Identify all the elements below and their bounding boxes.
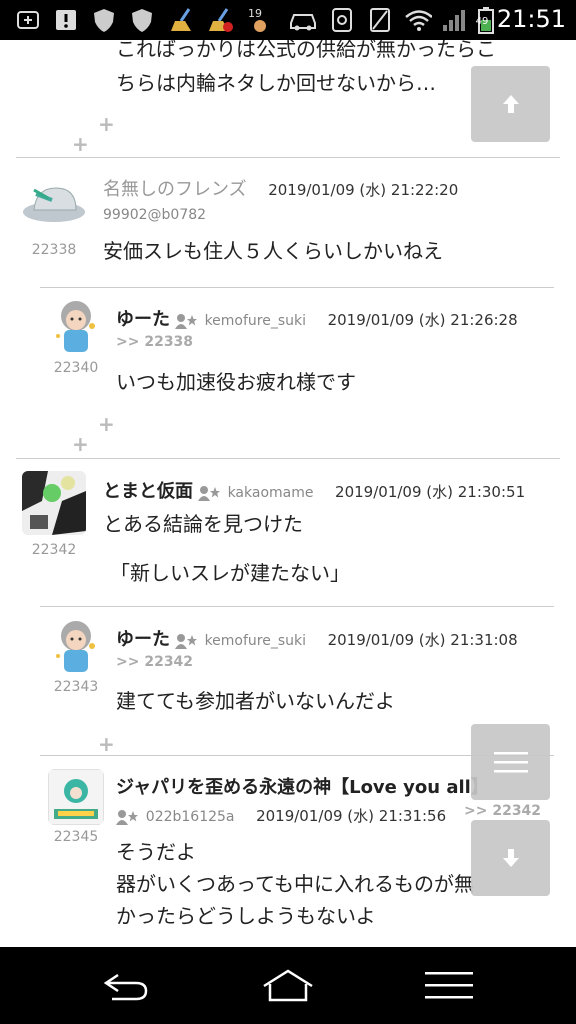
clock: 21:51	[496, 5, 566, 33]
post-body-line: こればっかりは公式の供給が無かったらこ	[116, 40, 496, 61]
scroll-up-button[interactable]	[471, 66, 550, 142]
post-date: 2019/01/09 (水) 21:31:56	[256, 807, 447, 825]
add-reply-button[interactable]: +	[98, 412, 115, 436]
status-bar: 19 49 21:51	[0, 0, 576, 40]
avatar[interactable]	[22, 471, 86, 535]
reply-link[interactable]: >> 22342	[116, 654, 193, 670]
thread-content[interactable]: こればっかりは公式の供給が無かったらこ ちらは内輪ネタしか回せないから… + +…	[0, 40, 576, 947]
poster-id: 99902@b0782	[103, 207, 207, 223]
home-icon	[263, 969, 313, 1002]
post-number[interactable]: 22343	[46, 679, 106, 695]
add-reply-button[interactable]: +	[72, 432, 89, 456]
post-body-line: ちらは内輪ネタしか回せないから…	[116, 71, 436, 95]
post-header: ジャパリを歪める永遠の神【Love you all】	[116, 773, 489, 799]
reply-link[interactable]: >> 22342	[464, 803, 541, 819]
post-header: ゆーた kemofure_suki 2019/01/09 (水) 21:31:0…	[116, 625, 518, 651]
divider	[16, 157, 560, 158]
user-id: 022b16125a	[145, 809, 235, 825]
avatar[interactable]	[48, 296, 104, 356]
battery-level: 49	[475, 16, 489, 27]
post-number[interactable]: 22342	[24, 542, 84, 558]
navigation-bar	[0, 947, 576, 1024]
home-button[interactable]	[243, 961, 333, 1011]
user-id: kemofure_suki	[204, 633, 307, 649]
avatar[interactable]	[22, 180, 86, 226]
post-date: 2019/01/09 (水) 21:30:51	[335, 483, 526, 501]
poster-name[interactable]: ゆーた	[116, 309, 170, 330]
shield-icon	[128, 6, 156, 34]
add-reply-button[interactable]: +	[72, 132, 89, 156]
poster-name[interactable]: ゆーた	[116, 629, 170, 650]
broom-alert-icon	[206, 6, 234, 34]
menu-button[interactable]	[471, 724, 550, 800]
avatar[interactable]	[48, 616, 104, 676]
user-id: kakaomame	[227, 485, 314, 501]
post-body-line: いつも加速役お疲れ様です	[116, 370, 356, 394]
post-number[interactable]: 22345	[46, 829, 106, 845]
post-date: 2019/01/09 (水) 21:31:08	[327, 631, 518, 649]
post-date: 2019/01/09 (水) 21:26:28	[327, 311, 518, 329]
add-reply-button[interactable]: +	[98, 112, 115, 136]
svg-text:19: 19	[248, 7, 262, 20]
post-body-line: とある結論を見つけた	[103, 512, 303, 536]
wifi-icon	[404, 6, 432, 34]
poster-name[interactable]: ジャパリを歪める永遠の神【Love you all】	[116, 777, 489, 798]
post-header: ゆーた kemofure_suki 2019/01/09 (水) 21:26:2…	[116, 305, 518, 331]
post-body-line: 「新しいスレが建たない」	[110, 561, 350, 585]
divider	[40, 287, 554, 288]
scroll-down-button[interactable]	[471, 820, 550, 896]
post-number[interactable]: 22340	[46, 360, 106, 376]
broom-icon	[168, 6, 196, 34]
alert-icon	[52, 6, 80, 34]
add-box-icon	[14, 6, 42, 34]
post-date: 2019/01/09 (水) 21:22:20	[268, 181, 459, 199]
mobile-icon	[328, 6, 356, 34]
post-body-line: 器がいくつあっても中に入れるものが無	[116, 872, 474, 896]
car-icon	[288, 6, 316, 34]
reply-link[interactable]: >> 22338	[116, 334, 193, 350]
scroll-up-icon	[502, 95, 519, 113]
registered-user-icon	[174, 313, 197, 329]
menu-icon	[493, 752, 528, 773]
post-header: 名無しのフレンズ 2019/01/09 (水) 21:22:20	[103, 175, 458, 201]
back-button[interactable]	[80, 961, 170, 1011]
weather-icon: 19	[246, 6, 274, 34]
registered-user-icon	[116, 809, 138, 825]
divider	[40, 606, 554, 607]
post-body-line: かったらどうしようもないよ	[116, 904, 376, 928]
signal-icon	[440, 6, 468, 34]
scroll-down-icon	[502, 849, 519, 867]
post-header: とまと仮面 kakaomame 2019/01/09 (水) 21:30:51	[103, 477, 525, 503]
back-icon	[103, 973, 148, 1001]
post-body-line: そうだよ	[116, 840, 196, 864]
user-id: kemofure_suki	[204, 313, 307, 329]
post-body-line: 建てても参加者がいないんだよ	[116, 689, 395, 713]
menu-icon	[425, 972, 473, 999]
avatar[interactable]	[48, 769, 104, 825]
no-sim-icon	[366, 6, 394, 34]
post-number[interactable]: 22338	[24, 242, 84, 258]
post-subheader: 022b16125a 2019/01/09 (水) 21:31:56	[116, 805, 446, 826]
registered-user-icon	[197, 485, 220, 501]
registered-user-icon	[174, 633, 197, 649]
poster-name[interactable]: とまと仮面	[103, 481, 193, 502]
divider	[16, 458, 560, 459]
poster-name[interactable]: 名無しのフレンズ	[103, 179, 247, 200]
shield-icon	[90, 6, 118, 34]
nav-menu-button[interactable]	[404, 961, 494, 1011]
add-reply-button[interactable]: +	[98, 732, 115, 756]
post-body-line: 安価スレも住人５人くらいしかいねえ	[103, 239, 443, 263]
